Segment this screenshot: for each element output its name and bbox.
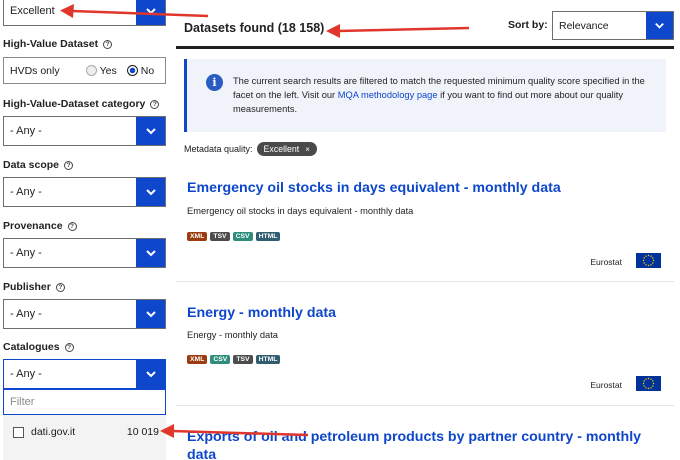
active-filters: Metadata quality: Excellent × [184,142,317,156]
format-badges: XML CSV TSV HTML [187,355,281,364]
dataset-title-link[interactable]: Emergency oil stocks in days equivalent … [187,179,561,197]
metadata-quality-label: Metadata quality: [184,144,253,154]
facet-label-data-scope: Data scope ? [3,159,74,171]
header-divider [176,46,674,49]
format-badge[interactable]: HTML [255,355,281,364]
format-badges: XML TSV CSV HTML [187,232,281,241]
chevron-down-icon[interactable] [136,0,165,25]
catalogues-select[interactable]: - Any - [3,359,166,389]
dataset-title-link[interactable]: Energy - monthly data [187,304,336,322]
format-badge[interactable]: XML [187,355,208,364]
catalogue-name: dati.gov.it [31,426,76,438]
publisher-select[interactable]: - Any - [3,299,166,329]
dataset-description: Emergency oil stocks in days equivalent … [187,206,414,216]
mqa-methodology-link[interactable]: MQA methodology page [338,90,438,100]
help-icon[interactable]: ? [150,99,160,109]
list-item[interactable]: dati.gov.it 10 019 [13,426,159,438]
hvd-toggle-group: HVDs only Yes No [3,57,166,84]
chevron-down-icon[interactable] [136,117,165,145]
quality-select[interactable]: Excellent [3,0,166,26]
dataset-description: Energy - monthly data [187,330,278,340]
sort-select[interactable]: Relevance [552,11,674,40]
chevron-down-icon[interactable] [136,178,165,206]
eu-flag-icon [636,253,661,268]
hvd-yes-option[interactable]: Yes [85,65,117,77]
sort-label: Sort by: [508,19,548,31]
catalogue-filter-input[interactable] [3,389,166,415]
filter-chip-excellent[interactable]: Excellent × [256,142,317,156]
hvd-category-select[interactable]: - Any - [3,116,166,146]
dataset-title-link[interactable]: Exports of oil and petroleum products by… [187,428,641,460]
info-notice: i The current search results are filtere… [184,59,666,132]
checkbox[interactable] [13,426,24,438]
help-icon[interactable]: ? [55,282,65,292]
catalogue-options-list: dati.gov.it 10 019 [3,415,166,460]
quality-select-value: Excellent [10,5,55,17]
results-count-title: Datasets found (18 158) [184,21,325,35]
radio-no[interactable] [126,65,138,76]
format-badge[interactable]: CSV [232,232,253,241]
data-scope-select[interactable]: - Any - [3,177,166,207]
help-icon[interactable]: ? [67,221,77,231]
provenance-select[interactable]: - Any - [3,238,166,268]
dataset-card: Exports of oil and petroleum products by… [176,405,674,460]
format-badge[interactable]: TSV [233,355,253,364]
format-badge[interactable]: XML [187,232,208,241]
publisher-name: Eurostat [590,380,622,390]
format-badge[interactable]: TSV [210,232,230,241]
catalogue-count: 10 019 [126,426,159,438]
arrow-annotation-results [326,24,470,38]
help-icon[interactable]: ? [103,39,113,49]
help-icon[interactable]: ? [64,342,74,352]
hvd-only-label: HVDs only [10,64,60,77]
hvd-no-option[interactable]: No [126,65,154,77]
facet-label-publisher: Publisher ? [3,281,65,293]
dataset-card: Energy - monthly data Energy - monthly d… [176,281,674,405]
close-icon[interactable]: × [305,145,310,154]
help-icon[interactable]: ? [64,160,74,170]
chevron-down-icon[interactable] [136,300,165,328]
dataset-card: Emergency oil stocks in days equivalent … [176,165,674,281]
facet-label-provenance: Provenance ? [3,220,77,232]
facet-label-hvd-category: High-Value-Dataset category ? [3,98,160,110]
publisher-name: Eurostat [590,257,622,267]
chevron-down-icon[interactable] [136,360,165,388]
sort-select-value: Relevance [559,19,609,32]
radio-yes[interactable] [85,65,97,76]
facet-label-catalogues: Catalogues ? [3,341,74,353]
info-notice-text: The current search results are filtered … [233,76,645,114]
format-badge[interactable]: CSV [210,355,231,364]
chevron-down-icon[interactable] [136,239,165,267]
format-badge[interactable]: HTML [255,232,281,241]
filter-sidebar: Excellent High-Value Dataset ? HVDs only… [0,0,172,460]
info-icon: i [206,74,223,91]
chevron-down-icon[interactable] [646,12,673,39]
eu-flag-icon [636,376,661,391]
hvd-label: High-Value Dataset ? [3,38,113,50]
